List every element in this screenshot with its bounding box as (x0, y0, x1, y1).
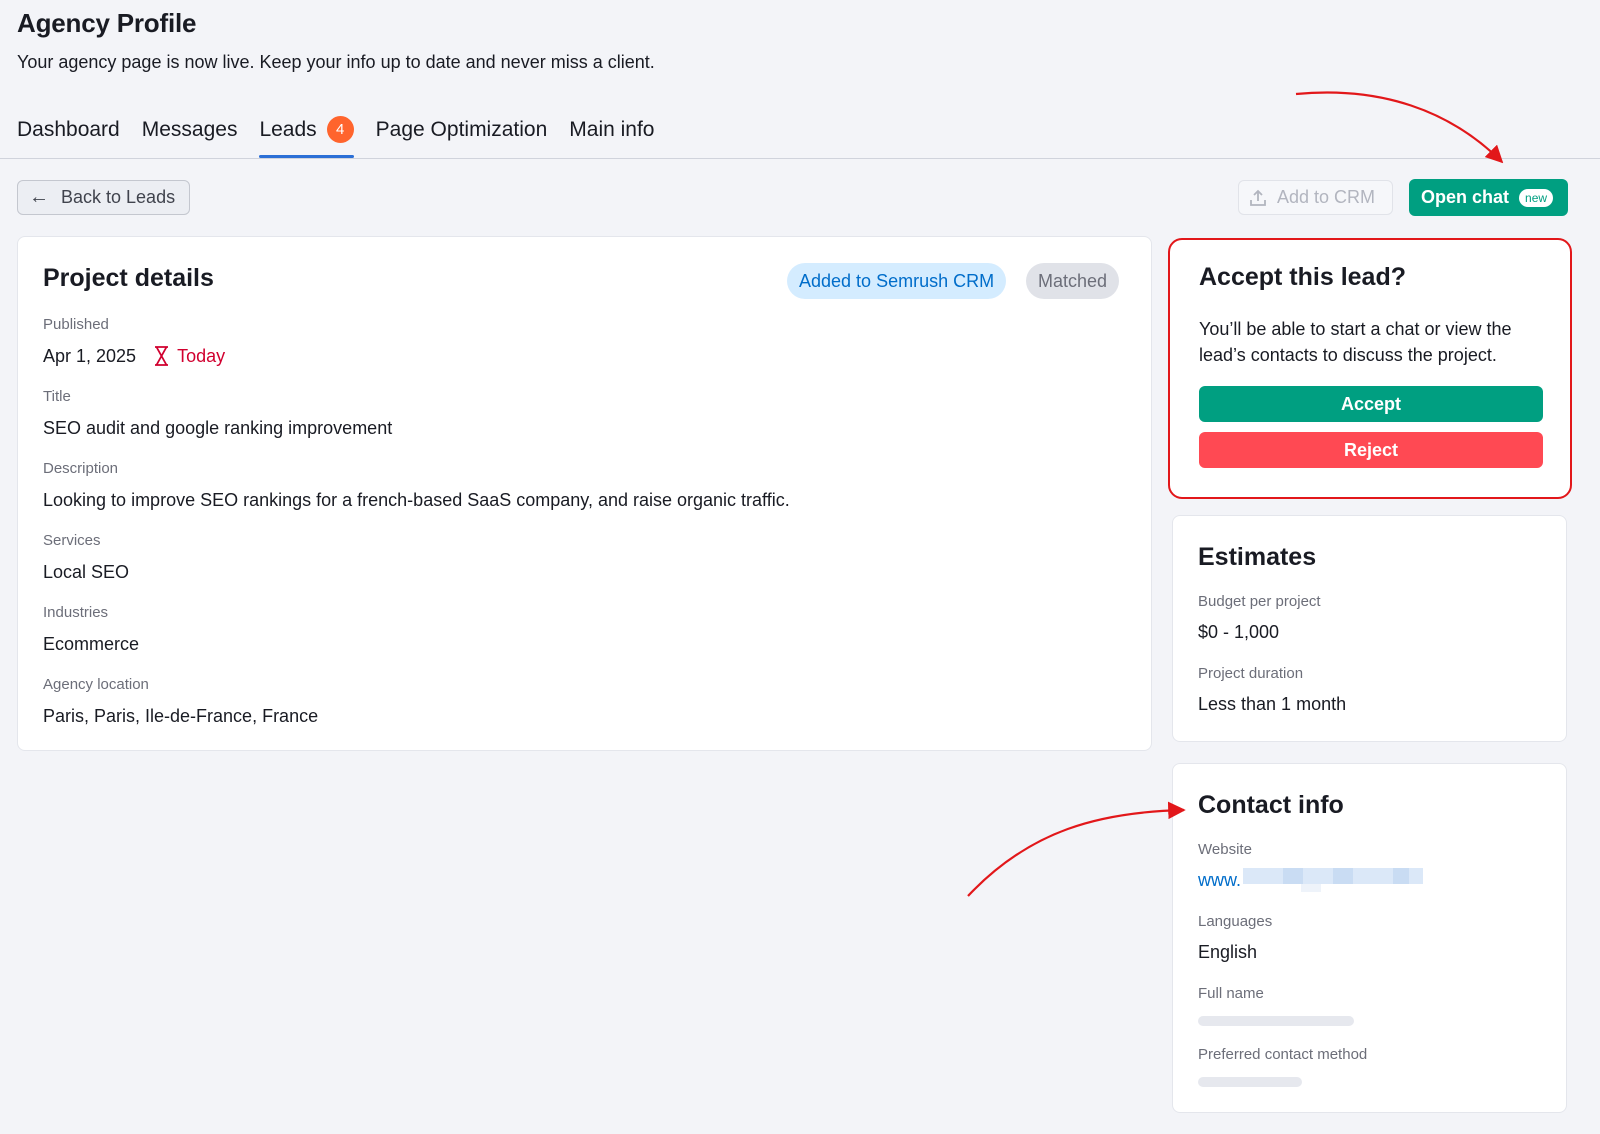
published-field: Published Apr 1, 2025 Today (43, 315, 225, 368)
industries-label: Industries (43, 604, 109, 621)
matched-pill: Matched (1026, 263, 1120, 299)
languages-value: English (1198, 942, 1258, 962)
published-date: Apr 1, 2025 (43, 346, 137, 366)
add-to-crm-label: Add to CRM (1277, 187, 1376, 207)
published-label: Published (43, 316, 109, 333)
fullname-field: Full name (1198, 984, 1354, 1026)
description-value: Looking to improve SEO rankings for a fr… (43, 490, 790, 510)
tab-bar: Dashboard Messages Leads 4 Page Optimiza… (17, 116, 654, 158)
tab-label: Main info (569, 118, 655, 141)
back-button-label: Back to Leads (61, 187, 176, 207)
budget-value: $0 - 1,000 (1198, 622, 1280, 642)
project-details-card: Project details Added to Semrush CRM Mat… (17, 236, 1152, 751)
duration-label: Project duration (1198, 665, 1304, 682)
preferred-contact-label: Preferred contact method (1198, 1046, 1368, 1063)
annotation-arrow-contact-info (967, 801, 1186, 897)
contact-info-card: Contact info Website www. Languages Engl… (1172, 763, 1567, 1113)
tab-page-optimization[interactable]: Page Optimization (376, 116, 548, 158)
industries-field: Industries Ecommerce (43, 603, 139, 656)
duration-field: Project duration Less than 1 month (1198, 664, 1346, 716)
budget-field: Budget per project $0 - 1,000 (1198, 592, 1321, 644)
tab-label: Page Optimization (375, 118, 548, 141)
description-label: Description (43, 460, 119, 477)
title-label: Title (43, 388, 71, 405)
leads-count-badge: 4 (326, 116, 354, 143)
published-value-row: Apr 1, 2025 Today (43, 344, 225, 368)
services-label: Services (43, 532, 101, 549)
open-chat-label: Open chat (1421, 187, 1510, 207)
arrow-left-icon: ← (29, 186, 49, 208)
location-label: Agency location (43, 676, 149, 693)
fullname-label: Full name (1198, 985, 1264, 1002)
tab-label: Messages (141, 118, 238, 141)
website-label: Website (1198, 841, 1252, 858)
budget-label: Budget per project (1198, 593, 1321, 610)
tab-leads[interactable]: Leads 4 (259, 116, 354, 158)
redacted-url-blur (1243, 868, 1424, 892)
tab-dashboard[interactable]: Dashboard (17, 116, 120, 158)
add-to-crm-button[interactable]: Add to CRM (1238, 180, 1393, 215)
published-relative: Today (154, 344, 225, 368)
languages-field: Languages English (1198, 912, 1272, 964)
open-chat-button[interactable]: Open chat new (1409, 179, 1568, 216)
reject-button[interactable]: Reject (1199, 432, 1543, 468)
location-value: Paris, Paris, Ile-de-France, France (43, 706, 319, 726)
duration-value: Less than 1 month (1198, 694, 1347, 714)
services-field: Services Local SEO (43, 531, 129, 584)
tab-messages[interactable]: Messages (142, 116, 238, 158)
location-field: Agency location Paris, Paris, Ile-de-Fra… (43, 675, 318, 728)
new-badge: new (1519, 188, 1554, 207)
page-title: Agency Profile (17, 8, 197, 38)
tab-label: Leads (259, 118, 317, 141)
estimates-title: Estimates (1198, 543, 1317, 571)
fullname-skeleton (1198, 1016, 1354, 1026)
hourglass-icon (155, 346, 169, 366)
services-value: Local SEO (43, 562, 130, 582)
website-link[interactable]: www. (1198, 868, 1424, 892)
website-field: Website www. (1198, 840, 1424, 892)
estimates-card: Estimates Budget per project $0 - 1,000 … (1172, 515, 1567, 742)
page-subtitle: Your agency page is now live. Keep your … (17, 52, 655, 72)
preferred-contact-field: Preferred contact method (1198, 1045, 1367, 1087)
description-field: Description Looking to improve SEO ranki… (43, 459, 790, 512)
page-header: Agency Profile Your agency page is now l… (17, 6, 655, 74)
title-field: Title SEO audit and google ranking impro… (43, 387, 392, 440)
tab-main-info[interactable]: Main info (569, 116, 654, 158)
upload-icon (1250, 189, 1266, 206)
contact-info-title: Contact info (1198, 791, 1344, 819)
tabs-divider (0, 158, 1600, 159)
project-details-title: Project details (43, 264, 214, 292)
industries-value: Ecommerce (43, 634, 140, 654)
accept-lead-title: Accept this lead? (1199, 263, 1406, 291)
title-value: SEO audit and google ranking improvement (43, 418, 393, 438)
accept-button[interactable]: Accept (1199, 386, 1543, 422)
added-to-crm-pill: Added to Semrush CRM (787, 263, 1007, 299)
annotation-arrow-open-chat (1295, 91, 1504, 164)
website-prefix: www. (1198, 870, 1242, 890)
today-label: Today (177, 346, 226, 366)
accept-lead-card: Accept this lead? You’ll be able to star… (1168, 238, 1572, 499)
preferred-contact-skeleton (1198, 1077, 1302, 1087)
languages-label: Languages (1198, 913, 1273, 930)
tab-label: Dashboard (17, 118, 120, 141)
accept-lead-text: You’ll be able to start a chat or view t… (1199, 319, 1512, 365)
back-to-leads-button[interactable]: ← Back to Leads (17, 180, 190, 215)
